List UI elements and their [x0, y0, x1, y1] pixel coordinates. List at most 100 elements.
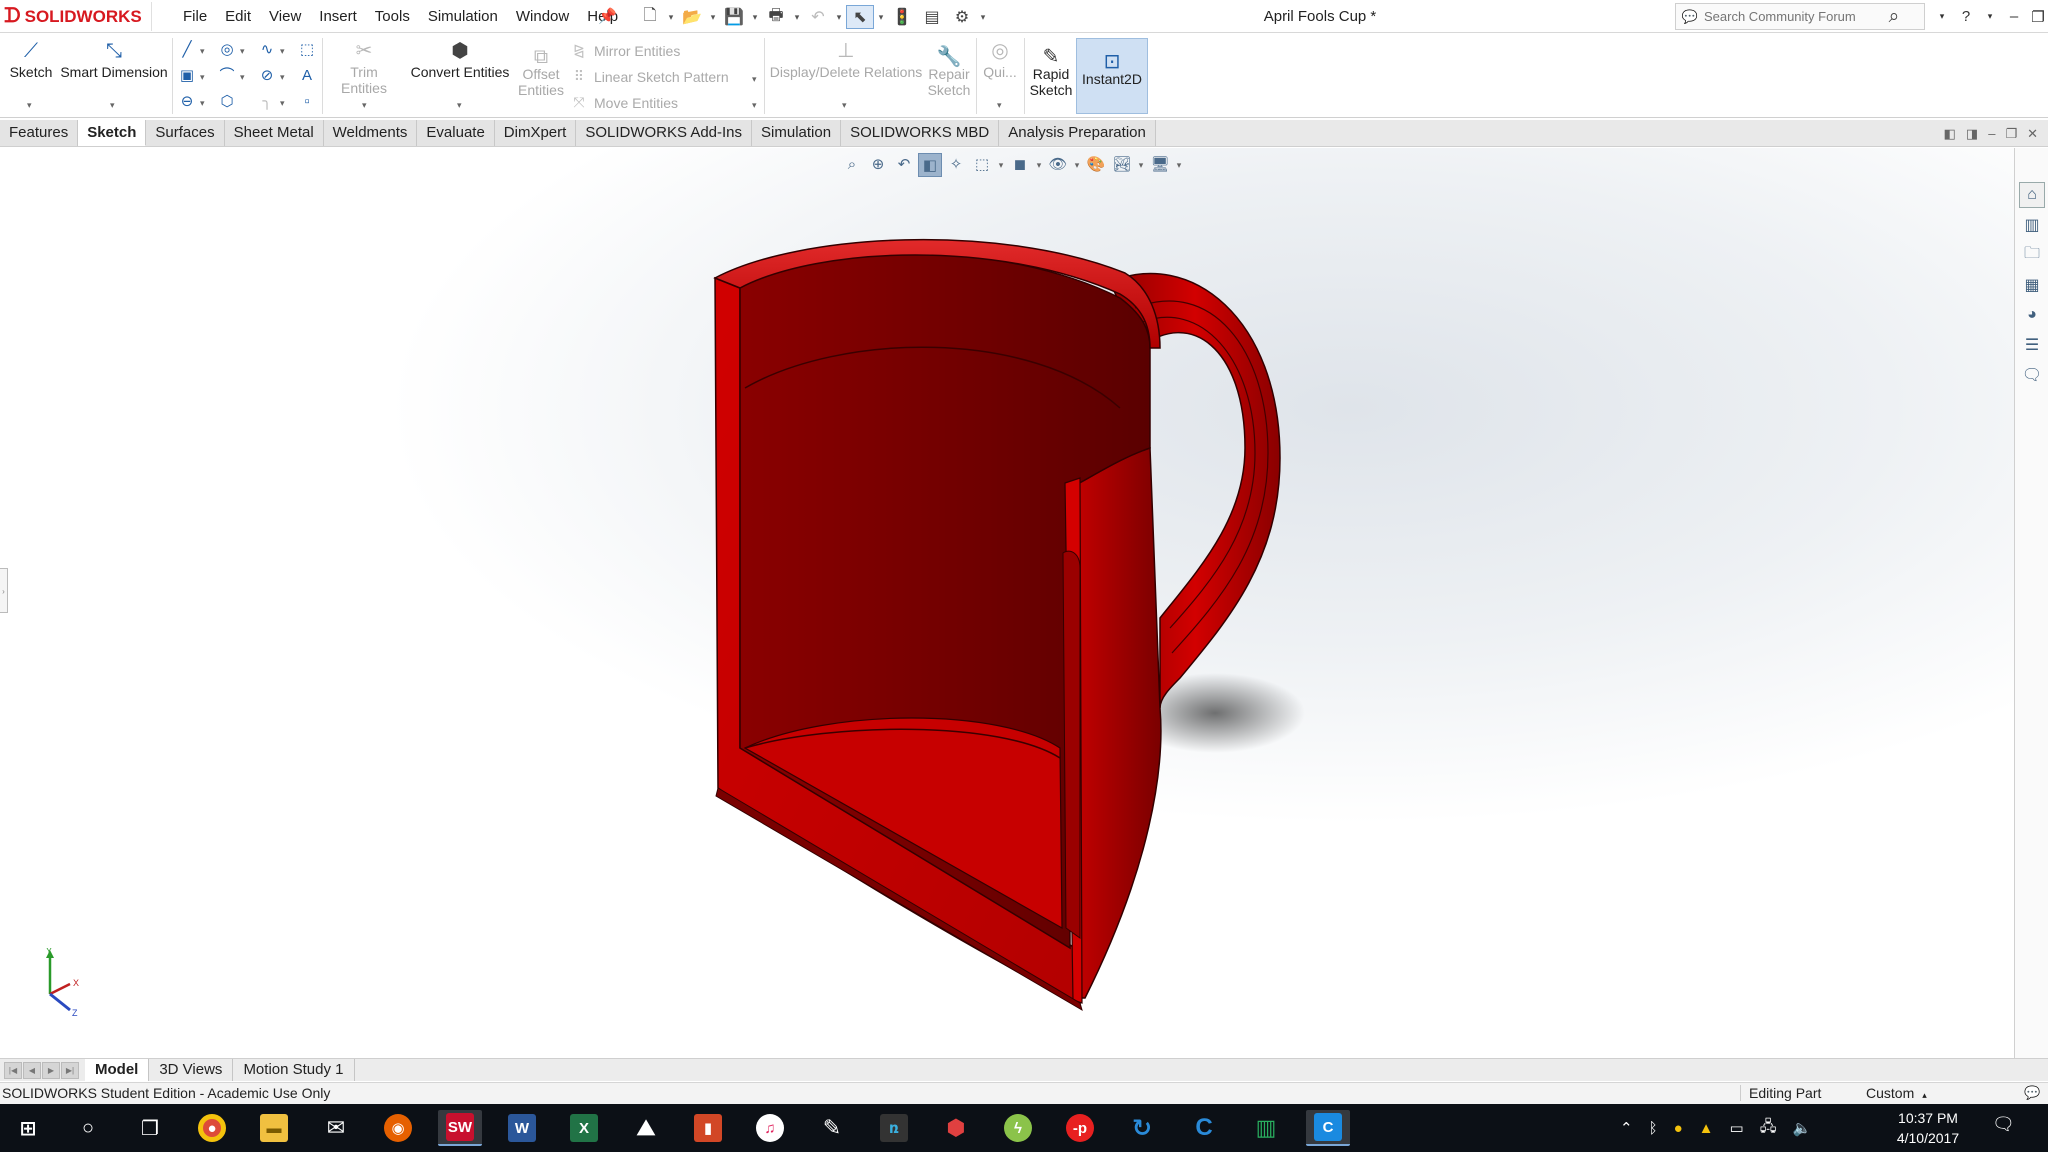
- options-gear-icon[interactable]: ⚙: [948, 5, 976, 29]
- restore-icon[interactable]: ❐: [2026, 8, 2048, 26]
- open-document-icon[interactable]: 📂: [678, 5, 706, 29]
- columns-app-icon[interactable]: ▥: [1244, 1110, 1288, 1146]
- trim-dropdown-icon[interactable]: ▾: [362, 100, 367, 111]
- graphics-area[interactable]: ⌕ ⊕ ↶ ◧ ✧ ⬚ ▾ ◼ ▾ 👁 ▾ 🎨 🏞 ▾ 🖥 ▾ Y X Z ›: [0, 148, 2014, 1058]
- solidworks-forum-icon[interactable]: 🗨: [2019, 362, 2045, 388]
- sticky-notes-icon[interactable]: ✎: [810, 1110, 854, 1146]
- solidworks-taskbar-icon[interactable]: SW: [438, 1110, 482, 1146]
- mug-section-model[interactable]: [0, 148, 2014, 1058]
- menu-edit[interactable]: Edit: [216, 0, 260, 33]
- custom-properties-icon[interactable]: ☰: [2019, 332, 2045, 358]
- search-input[interactable]: [1704, 9, 1874, 24]
- appearances-scenes-icon[interactable]: ◕: [2019, 302, 2045, 328]
- app-c2-icon[interactable]: C: [1306, 1110, 1350, 1146]
- slot-icon[interactable]: ⊖: [176, 92, 198, 112]
- tab-motion-study-1[interactable]: Motion Study 1: [233, 1059, 355, 1081]
- tab-sheet-metal[interactable]: Sheet Metal: [224, 120, 324, 146]
- view-palette-icon[interactable]: ▦: [2019, 272, 2045, 298]
- tab-sketch[interactable]: Sketch: [78, 120, 147, 146]
- undo-icon[interactable]: ↶: [804, 5, 832, 29]
- fillet-icon[interactable]: ╮: [256, 92, 278, 112]
- task-view-icon[interactable]: ❐: [128, 1110, 172, 1146]
- chrome-tray-icon[interactable]: ●: [1674, 1120, 1683, 1137]
- app-n-icon[interactable]: ռ: [872, 1110, 916, 1146]
- menu-simulation[interactable]: Simulation: [419, 0, 507, 33]
- tab-model[interactable]: Model: [85, 1059, 150, 1081]
- search-icon[interactable]: ⌕: [1874, 6, 1914, 28]
- tab-3d-views[interactable]: 3D Views: [149, 1059, 234, 1081]
- search-box[interactable]: 💬 ⌕: [1675, 3, 1925, 30]
- app-c-icon[interactable]: C: [1182, 1110, 1226, 1146]
- prev-tab-icon[interactable]: ◀: [23, 1061, 41, 1079]
- pattern-dropdown-icon[interactable]: ▾: [752, 74, 757, 85]
- cortana-search-icon[interactable]: ○: [66, 1110, 110, 1146]
- trim-entities-button[interactable]: ✂ Trim Entities: [326, 38, 402, 96]
- itunes-icon[interactable]: ♫: [748, 1110, 792, 1146]
- ellipse-dropdown-icon[interactable]: ▾: [280, 72, 285, 83]
- sketch-dropdown-icon[interactable]: ▾: [27, 100, 32, 111]
- google-drive-icon[interactable]: ▲: [1699, 1120, 1714, 1137]
- file-explorer-taskbar-icon[interactable]: ▬: [252, 1110, 296, 1146]
- construction-geometry-icon[interactable]: ⬚: [296, 40, 318, 60]
- spline-icon[interactable]: ∿: [256, 40, 278, 60]
- tab-solidworks-add-ins[interactable]: SOLIDWORKS Add-Ins: [576, 120, 753, 146]
- smart-dimension-dropdown-icon[interactable]: ▾: [110, 100, 115, 111]
- quick-snaps-button[interactable]: ◎ Qui...: [980, 38, 1020, 80]
- design-library-icon[interactable]: ▥: [2019, 212, 2045, 238]
- offset-entities-button[interactable]: ⧉ Offset Entities: [514, 47, 568, 98]
- action-center-icon[interactable]: 🗨: [1992, 1114, 2015, 1135]
- help-dropdown-icon[interactable]: ▾: [1978, 11, 2002, 22]
- office-icon[interactable]: ▮: [686, 1110, 730, 1146]
- tab-features[interactable]: Features: [0, 120, 79, 146]
- pin-menu-icon[interactable]: 📌: [598, 7, 617, 25]
- solidworks-resources-home-icon[interactable]: ⌂: [2019, 182, 2045, 208]
- display-delete-relations-button[interactable]: ⊥ Display/Delete Relations: [768, 38, 924, 80]
- bluetooth-icon[interactable]: ᛒ: [1649, 1120, 1658, 1137]
- rectangle-icon[interactable]: ▣: [176, 66, 198, 86]
- doc-close-icon[interactable]: ✕: [2027, 126, 2038, 142]
- arc-icon[interactable]: ⌒: [216, 66, 238, 86]
- arc-dropdown-icon[interactable]: ▾: [240, 72, 245, 83]
- line-icon[interactable]: ╱: [176, 40, 198, 60]
- quick-snaps-dropdown-icon[interactable]: ▾: [997, 100, 1002, 111]
- rebuild-icon[interactable]: 🚦: [888, 5, 916, 29]
- first-tab-icon[interactable]: |◀: [4, 1061, 22, 1079]
- new-document-icon[interactable]: 🗋: [636, 5, 664, 29]
- search-dropdown-icon[interactable]: ▾: [1930, 11, 1954, 22]
- save-dropdown-icon[interactable]: ▾: [750, 12, 760, 23]
- tab-weldments[interactable]: Weldments: [323, 120, 418, 146]
- move-dropdown-icon[interactable]: ▾: [752, 100, 757, 111]
- polygon-icon[interactable]: ⬡: [216, 92, 238, 112]
- tile-right-icon[interactable]: ◨: [1966, 126, 1978, 142]
- pcloud-icon[interactable]: -p: [1058, 1110, 1102, 1146]
- word-icon[interactable]: W: [500, 1110, 544, 1146]
- firefox-icon[interactable]: ◉: [376, 1110, 420, 1146]
- gem-app-icon[interactable]: ⬢: [934, 1110, 978, 1146]
- tray-expand-icon[interactable]: ⌃: [1620, 1119, 1633, 1137]
- tab-surfaces[interactable]: Surfaces: [146, 120, 225, 146]
- instant2d-button[interactable]: ⊡ Instant2D: [1076, 38, 1148, 114]
- next-tab-icon[interactable]: ▶: [42, 1061, 60, 1079]
- menu-tools[interactable]: Tools: [366, 0, 419, 33]
- sketch-button[interactable]: ⟋ Sketch: [6, 38, 56, 80]
- menu-insert[interactable]: Insert: [310, 0, 366, 33]
- repair-sketch-button[interactable]: 🔧 Repair Sketch: [924, 47, 974, 98]
- feature-manager-expand-handle[interactable]: ›: [0, 568, 8, 613]
- rectangle-dropdown-icon[interactable]: ▾: [200, 72, 205, 83]
- excel-icon[interactable]: X: [562, 1110, 606, 1146]
- mirror-entities-button[interactable]: ⧎ Mirror Entities: [570, 42, 680, 59]
- convert-entities-button[interactable]: ⬢ Convert Entities: [406, 38, 514, 80]
- file-properties-icon[interactable]: ▤: [918, 5, 946, 29]
- mail-icon[interactable]: ✉: [314, 1110, 358, 1146]
- doc-minimize-icon[interactable]: –: [1988, 126, 1995, 141]
- menu-view[interactable]: View: [260, 0, 310, 33]
- quick-tips-icon[interactable]: 💬: [2024, 1085, 2040, 1101]
- help-icon[interactable]: ?: [1954, 8, 1978, 25]
- open-dropdown-icon[interactable]: ▾: [708, 12, 718, 23]
- menu-file[interactable]: File: [174, 0, 216, 33]
- print-icon[interactable]: 🖶: [762, 5, 790, 29]
- undo-dropdown-icon[interactable]: ▾: [834, 12, 844, 23]
- chrome-icon[interactable]: ●: [190, 1110, 234, 1146]
- select-cursor-icon[interactable]: ⬉: [846, 5, 874, 29]
- tab-analysis-preparation[interactable]: Analysis Preparation: [999, 120, 1156, 146]
